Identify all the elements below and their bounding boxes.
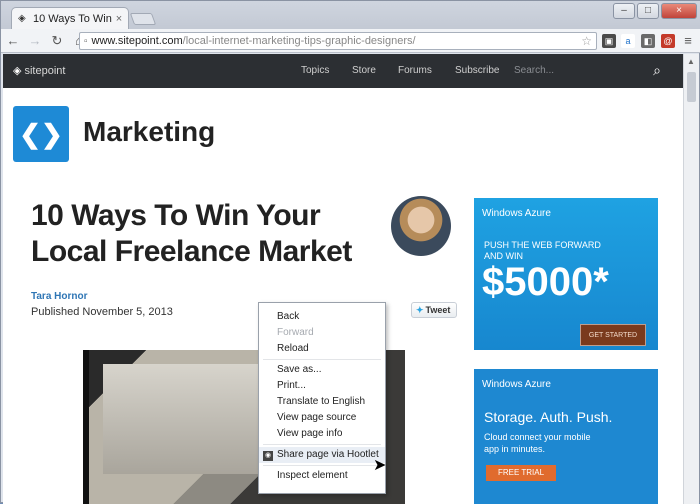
bookmark-star-icon[interactable]: ☆ xyxy=(581,34,592,48)
scrollbar-thumb[interactable] xyxy=(687,72,696,102)
ctx-share-label: Share page via Hootlet xyxy=(277,449,379,460)
mouse-pointer-icon: ➤ xyxy=(373,457,387,474)
ad-subtext: Cloud connect your mobile app in minutes… xyxy=(484,432,591,454)
chrome-menu-icon[interactable]: ≡ xyxy=(681,34,695,48)
nav-topics[interactable]: Topics xyxy=(301,65,329,76)
ctx-separator xyxy=(263,465,381,466)
free-trial-button[interactable]: FREE TRIAL xyxy=(486,465,556,481)
tab-title: 10 Ways To Win Your Lo xyxy=(33,12,113,25)
search-icon[interactable]: ⌕ xyxy=(648,60,666,80)
extension-at-icon[interactable]: @ xyxy=(661,34,675,48)
ctx-forward[interactable]: Forward xyxy=(259,325,385,341)
tab-active[interactable]: ◈ 10 Ways To Win Your Lo × xyxy=(11,7,129,29)
ctx-inspect[interactable]: Inspect element xyxy=(259,468,385,484)
nav-store[interactable]: Store xyxy=(352,65,376,76)
browser-window: ◈ 10 Ways To Win Your Lo × – □ × ← → ↻ ⌂… xyxy=(0,0,700,504)
ctx-save-as[interactable]: Save as... xyxy=(259,362,385,378)
new-tab-button[interactable] xyxy=(129,13,157,25)
author-avatar xyxy=(391,196,451,256)
marketing-category-icon: ❮❯ xyxy=(13,106,69,162)
back-button[interactable]: ← xyxy=(3,31,23,51)
sitepoint-favicon-icon: ◈ xyxy=(18,13,26,24)
category-title: Marketing xyxy=(83,116,216,147)
site-header: ◈ sitepoint Topics Store Forums Subscribe… xyxy=(3,54,683,88)
logo-text: sitepoint xyxy=(24,65,66,77)
url-path: /local-internet-marketing-tips-graphic-d… xyxy=(182,35,416,47)
ctx-view-info[interactable]: View page info xyxy=(259,426,385,442)
ad-brand: Windows Azure xyxy=(482,208,551,219)
published-date: Published November 5, 2013 xyxy=(31,306,173,318)
ctx-print[interactable]: Print... xyxy=(259,378,385,394)
close-window-button[interactable]: × xyxy=(661,3,697,19)
forward-button[interactable]: → xyxy=(25,31,45,51)
sitepoint-logo-icon: ◈ xyxy=(13,65,22,77)
tab-close-icon[interactable]: × xyxy=(113,13,125,25)
article-title: 10 Ways To Win Your Local Freelance Mark… xyxy=(31,199,352,268)
url-host: www.sitepoint.com xyxy=(91,35,183,47)
extension-a-icon[interactable]: a xyxy=(621,34,635,48)
address-bar[interactable]: ▫ www.sitepoint.com /local-internet-mark… xyxy=(79,32,597,50)
get-started-button[interactable]: GET STARTED xyxy=(580,324,646,346)
page-scrollbar[interactable]: ▲ xyxy=(683,54,699,504)
tab-strip: ◈ 10 Ways To Win Your Lo × – □ × xyxy=(1,1,700,29)
ad-amount: $5000* xyxy=(482,260,609,304)
ad-brand: Windows Azure xyxy=(482,379,551,390)
ctx-translate[interactable]: Translate to English xyxy=(259,394,385,410)
ctx-view-source[interactable]: View page source xyxy=(259,410,385,426)
ctx-reload[interactable]: Reload xyxy=(259,341,385,357)
nav-subscribe[interactable]: Subscribe xyxy=(455,65,499,76)
ad-azure-mobile[interactable]: Windows Azure Storage. Auth. Push. Cloud… xyxy=(474,369,658,504)
nav-forums[interactable]: Forums xyxy=(398,65,432,76)
browser-toolbar: ← → ↻ ⌂ ▫ www.sitepoint.com /local-inter… xyxy=(1,29,700,53)
ad-azure-contest[interactable]: Windows Azure PUSH THE WEB FORWARD AND W… xyxy=(474,198,658,350)
ctx-separator xyxy=(263,444,381,445)
ctx-separator xyxy=(263,359,381,360)
extension-photo-icon[interactable]: ▣ xyxy=(602,34,616,48)
ctx-share-hootlet[interactable]: ◉ Share page via Hootlet xyxy=(259,447,385,463)
maximize-button[interactable]: □ xyxy=(637,3,659,19)
tweet-button[interactable]: ✦ Tweet xyxy=(411,302,457,318)
site-search-input[interactable]: Search... xyxy=(510,60,640,82)
ad-headline: Storage. Auth. Push. xyxy=(484,409,613,425)
tweet-label: Tweet xyxy=(425,305,451,315)
window-controls: – □ × xyxy=(613,3,697,19)
hootlet-icon: ◉ xyxy=(263,451,273,461)
site-logo[interactable]: ◈ sitepoint xyxy=(13,64,65,77)
scroll-up-icon[interactable]: ▲ xyxy=(687,57,695,66)
author-link[interactable]: Tara Hornor xyxy=(31,291,88,302)
context-menu: Back Forward Reload Save as... Print... … xyxy=(258,302,386,494)
minimize-button[interactable]: – xyxy=(613,3,635,19)
ad-message: PUSH THE WEB FORWARD AND WIN xyxy=(484,240,601,261)
page-icon: ▫ xyxy=(84,35,88,47)
twitter-bird-icon: ✦ xyxy=(416,305,424,315)
extension-badge-icon[interactable]: ◧ xyxy=(641,34,655,48)
reload-button[interactable]: ↻ xyxy=(47,31,67,51)
ctx-back[interactable]: Back xyxy=(259,309,385,325)
